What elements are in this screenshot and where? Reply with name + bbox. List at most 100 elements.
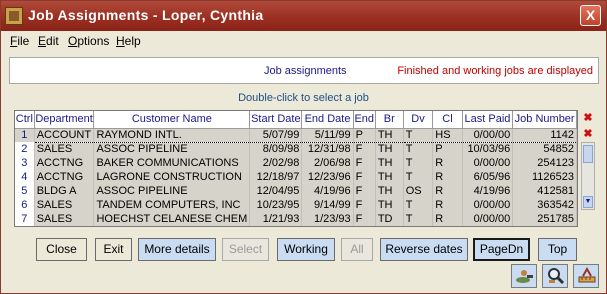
magnifier-icon[interactable] <box>542 264 568 288</box>
table-cell: T <box>403 142 434 156</box>
table-cell: SALES <box>34 142 95 156</box>
table-row[interactable]: 3 ACCTNG BAKER COMMUNICATIONS 2/02/98 2/06/9… <box>15 156 577 170</box>
table-cell: T <box>403 127 434 143</box>
table-cell: 1/21/93 <box>249 212 303 226</box>
table-cell: T <box>403 198 434 212</box>
table-cell: 8/09/98 <box>249 142 303 156</box>
reverse-dates-button[interactable]: Reverse dates <box>380 238 468 261</box>
table-cell: R <box>432 170 463 184</box>
table-cell: TANDEM COMPUTERS, INC <box>93 198 251 212</box>
table-cell: BLDG A <box>34 184 95 198</box>
table-cell: 4 <box>15 170 35 184</box>
column-header[interactable]: End <box>353 111 376 129</box>
scroll-thumb[interactable] <box>583 145 593 163</box>
table-cell: R <box>432 212 463 226</box>
table-cell: 254123 <box>512 156 577 170</box>
table-row[interactable]: 6 SALES TANDEM COMPUTERS, INC 10/23/95 9/14/… <box>15 198 577 212</box>
selection-hint: Double-click to select a job <box>238 92 369 104</box>
table-cell: TH <box>375 127 404 143</box>
table-cell: LAGRONE CONSTRUCTION <box>93 170 251 184</box>
column-header[interactable]: Job Number <box>512 111 577 129</box>
column-header[interactable]: Start Date <box>249 111 303 129</box>
jobs-grid: Ctrl Department Customer Name Start Date… <box>14 110 578 227</box>
column-header[interactable]: Last Paid <box>462 111 514 129</box>
table-cell: TH <box>375 198 404 212</box>
job-assignments-window: Job Assignments - Loper, Cynthia X File … <box>0 0 607 294</box>
column-header[interactable]: Dv <box>403 111 434 129</box>
menu-file[interactable]: File <box>10 34 29 48</box>
table-row[interactable]: 2 SALES ASSOC PIPELINE 8/09/98 12/31/98 F TH T P… <box>15 142 577 156</box>
table-cell: 0/00/00 <box>462 127 514 143</box>
page-down-button[interactable]: PageDn <box>473 238 530 261</box>
table-cell: 363542 <box>512 198 577 212</box>
person-search-icon[interactable] <box>511 264 537 288</box>
table-row[interactable]: 5 BLDG A ASSOC PIPELINE 12/04/95 4/19/96 F TH O… <box>15 184 577 198</box>
table-cell: T <box>403 156 434 170</box>
title-bar: Job Assignments - Loper, Cynthia X <box>1 1 606 31</box>
delete-row-icon[interactable]: ✖ <box>583 129 593 140</box>
table-cell: 6/05/96 <box>462 170 514 184</box>
menu-bar: File Edit Options Help <box>1 31 606 51</box>
column-header[interactable]: Ctrl <box>15 111 35 129</box>
table-cell: TD <box>375 212 404 226</box>
table-cell: P <box>353 127 376 143</box>
table-cell: 12/31/98 <box>301 142 354 156</box>
table-row[interactable]: 4 ACCTNG LAGRONE CONSTRUCTION 12/18/97 12/23… <box>15 170 577 184</box>
scroll-down-arrow-icon[interactable]: ▼ <box>583 196 593 208</box>
working-button[interactable]: Working <box>277 238 335 261</box>
table-cell: 2 <box>15 142 35 156</box>
table-cell: BAKER COMMUNICATIONS <box>93 156 251 170</box>
column-header[interactable]: End Date <box>301 111 354 129</box>
close-button[interactable]: Close <box>36 238 87 261</box>
select-button[interactable]: Select <box>222 238 269 261</box>
table-cell: 54852 <box>512 142 577 156</box>
table-cell: ACCTNG <box>34 170 95 184</box>
vertical-scrollbar[interactable]: ▼ <box>581 142 595 210</box>
table-cell: 10/23/95 <box>249 198 303 212</box>
table-cell: SALES <box>34 212 95 226</box>
window-close-button[interactable]: X <box>580 5 601 26</box>
column-header[interactable]: Customer Name <box>93 111 251 129</box>
table-cell: TH <box>375 170 404 184</box>
table-cell: 0/00/00 <box>462 212 514 226</box>
table-cell: F <box>353 198 376 212</box>
table-cell: 1142 <box>512 127 577 143</box>
table-cell: R <box>432 198 463 212</box>
table-cell: R <box>432 156 463 170</box>
column-header[interactable]: Department <box>34 111 95 129</box>
column-header[interactable]: Br <box>375 111 404 129</box>
table-cell: T <box>403 170 434 184</box>
table-cell: F <box>353 170 376 184</box>
exit-button[interactable]: Exit <box>95 238 132 261</box>
table-cell: SALES <box>34 198 95 212</box>
app-icon <box>5 7 23 25</box>
menu-options[interactable]: Options <box>68 34 109 48</box>
delete-row-icon[interactable]: ✖ <box>583 113 593 124</box>
table-cell: 5/07/99 <box>249 127 303 143</box>
table-cell: 412581 <box>512 184 577 198</box>
table-cell: 4/19/96 <box>462 184 514 198</box>
table-cell: T <box>403 212 434 226</box>
top-button[interactable]: Top <box>538 238 577 261</box>
table-cell: TH <box>375 142 404 156</box>
table-cell: F <box>353 142 376 156</box>
table-cell: RAYMOND INTL. <box>93 127 251 143</box>
menu-edit[interactable]: Edit <box>38 34 59 48</box>
all-button[interactable]: All <box>341 238 373 261</box>
table-cell: 2/06/98 <box>301 156 354 170</box>
table-cell: 1/23/93 <box>301 212 354 226</box>
table-cell: TH <box>375 184 404 198</box>
menu-help[interactable]: Help <box>116 34 141 48</box>
table-cell: ACCOUNT <box>34 127 95 143</box>
table-cell: 2/02/98 <box>249 156 303 170</box>
table-cell: HOECHST CELANESE CHEM <box>93 212 251 226</box>
table-cell: 4/19/96 <box>301 184 354 198</box>
table-row[interactable]: 7 SALES HOECHST CELANESE CHEM 1/21/93 1/23/9… <box>15 212 577 226</box>
table-cell: ASSOC PIPELINE <box>93 184 251 198</box>
table-cell: F <box>353 156 376 170</box>
more-details-button[interactable]: More details <box>138 238 216 261</box>
table-cell: R <box>432 184 463 198</box>
table-row[interactable]: 1 ACCOUNT RAYMOND INTL. 5/07/99 5/11/99 P TH T H… <box>15 127 577 143</box>
column-header[interactable]: Cl <box>432 111 463 129</box>
ruler-icon[interactable] <box>573 264 599 288</box>
